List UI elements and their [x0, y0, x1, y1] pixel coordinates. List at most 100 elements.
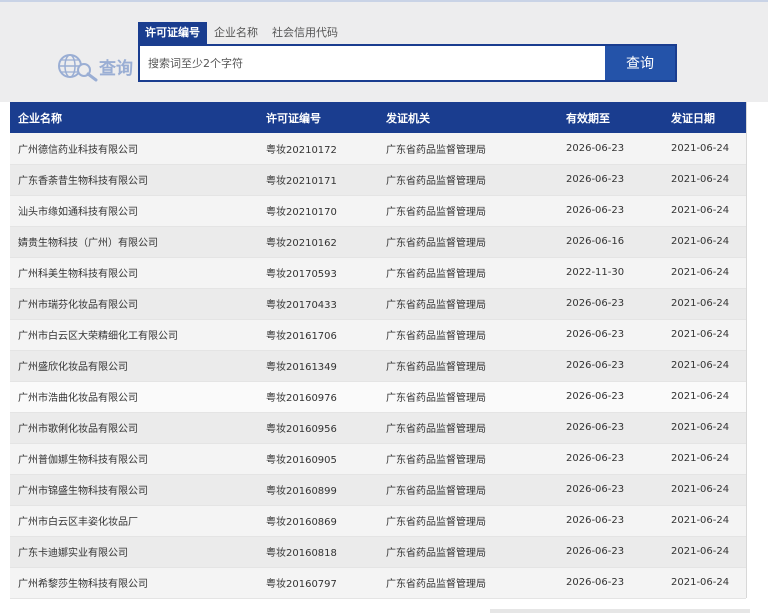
cell-issuing-authority: 广东省药品监督管理局: [378, 288, 558, 320]
cell-license-number: 粤妆20160869: [258, 505, 378, 537]
cell-license-number: 粤妆20160818: [258, 536, 378, 568]
tab-license-number[interactable]: 许可证编号: [138, 22, 207, 44]
cell-issuing-authority: 广东省药品监督管理局: [378, 195, 558, 227]
cell-issue-date: 2021-06-24: [663, 567, 746, 599]
table-row[interactable]: 广州科美生物科技有限公司 粤妆20170593 广东省药品监督管理局 2022-11-…: [10, 257, 746, 289]
cell-valid-until: 2026-06-23: [558, 443, 663, 475]
header-valid-until: 有效期至: [558, 102, 663, 133]
cell-company-name: 广州市浩曲化妆品有限公司: [10, 381, 258, 413]
cell-issue-date: 2021-06-24: [663, 257, 746, 289]
cell-issuing-authority: 广东省药品监督管理局: [378, 350, 558, 382]
cell-issuing-authority: 广东省药品监督管理局: [378, 567, 558, 599]
cell-valid-until: 2026-06-23: [558, 319, 663, 351]
cell-issuing-authority: 广东省药品监督管理局: [378, 381, 558, 413]
table-row[interactable]: 广东卡迪娜实业有限公司 粤妆20160818 广东省药品监督管理局 2026-06-2…: [10, 536, 746, 568]
table-row[interactable]: 广州希黎莎生物科技有限公司 粤妆20160797 广东省药品监督管理局 2026-06…: [10, 567, 746, 599]
cell-issuing-authority: 广东省药品监督管理局: [378, 226, 558, 258]
search-box: 查询: [138, 44, 677, 82]
cell-license-number: 粤妆20170433: [258, 288, 378, 320]
table-row[interactable]: 广州市瑞芬化妆品有限公司 粤妆20170433 广东省药品监督管理局 2026-06-…: [10, 288, 746, 320]
cell-license-number: 粤妆20161706: [258, 319, 378, 351]
cell-issuing-authority: 广东省药品监督管理局: [378, 319, 558, 351]
cell-license-number: 粤妆20160976: [258, 381, 378, 413]
cell-license-number: 粤妆20160797: [258, 567, 378, 599]
cell-issue-date: 2021-06-24: [663, 536, 746, 568]
header-issue-date: 发证日期: [663, 102, 746, 133]
table-row[interactable]: 广州德信药业科技有限公司 粤妆20210172 广东省药品监督管理局 2026-06-…: [10, 133, 746, 165]
cell-company-name: 广州市瑞芬化妆品有限公司: [10, 288, 258, 320]
cell-license-number: 粤妆20210170: [258, 195, 378, 227]
cell-valid-until: 2026-06-23: [558, 288, 663, 320]
cell-license-number: 粤妆20170593: [258, 257, 378, 289]
cell-license-number: 粤妆20210171: [258, 164, 378, 196]
cell-valid-until: 2026-06-23: [558, 567, 663, 599]
cell-valid-until: 2026-06-23: [558, 474, 663, 506]
header-company-name: 企业名称: [10, 102, 258, 133]
cell-issue-date: 2021-06-24: [663, 226, 746, 258]
table-row[interactable]: 广州市白云区大荣精细化工有限公司 粤妆20161706 广东省药品监督管理局 2026…: [10, 319, 746, 351]
table-row[interactable]: 广州普伽娜生物科技有限公司 粤妆20160905 广东省药品监督管理局 2026-06…: [10, 443, 746, 475]
cell-company-name: 广州普伽娜生物科技有限公司: [10, 443, 258, 475]
table-row[interactable]: 广东香荼昔生物科技有限公司 粤妆20210171 广东省药品监督管理局 2026-06…: [10, 164, 746, 196]
table-header-row: 企业名称 许可证编号 发证机关 有效期至 发证日期: [10, 102, 746, 133]
cell-issue-date: 2021-06-24: [663, 443, 746, 475]
cell-issue-date: 2021-06-24: [663, 412, 746, 444]
cell-license-number: 粤妆20160899: [258, 474, 378, 506]
results-table-container: 企业名称 许可证编号 发证机关 有效期至 发证日期 广州德信药业科技有限公司 粤妆…: [10, 102, 746, 599]
cell-valid-until: 2026-06-23: [558, 412, 663, 444]
globe-search-icon: [58, 54, 98, 82]
cell-issue-date: 2021-06-24: [663, 505, 746, 537]
cell-issuing-authority: 广东省药品监督管理局: [378, 412, 558, 444]
search-button[interactable]: 查询: [605, 46, 675, 80]
cell-company-name: 广州市白云区丰姿化妆品厂: [10, 505, 258, 537]
cell-company-name: 广东卡迪娜实业有限公司: [10, 536, 258, 568]
cell-valid-until: 2026-06-23: [558, 536, 663, 568]
table-row[interactable]: 广州市浩曲化妆品有限公司 粤妆20160976 广东省药品监督管理局 2026-06-…: [10, 381, 746, 413]
table-row[interactable]: 广州市白云区丰姿化妆品厂 粤妆20160869 广东省药品监督管理局 2026-06-…: [10, 505, 746, 537]
header-issuing-authority: 发证机关: [378, 102, 558, 133]
cell-company-name: 广州市白云区大荣精细化工有限公司: [10, 319, 258, 351]
cell-license-number: 粤妆20161349: [258, 350, 378, 382]
header-license-number: 许可证编号: [258, 102, 378, 133]
table-row[interactable]: 广州市锦盛生物科技有限公司 粤妆20160899 广东省药品监督管理局 2026-06…: [10, 474, 746, 506]
cell-company-name: 广州希黎莎生物科技有限公司: [10, 567, 258, 599]
table-right-border: [746, 102, 747, 598]
table-row[interactable]: 婧贵生物科技（广州）有限公司 粤妆20210162 广东省药品监督管理局 2026-0…: [10, 226, 746, 258]
cell-license-number: 粤妆20160956: [258, 412, 378, 444]
cell-issue-date: 2021-06-24: [663, 319, 746, 351]
cell-company-name: 汕头市缘如通科技有限公司: [10, 195, 258, 227]
cell-valid-until: 2026-06-23: [558, 195, 663, 227]
cell-valid-until: 2026-06-23: [558, 505, 663, 537]
cell-company-name: 广州市歌俐化妆品有限公司: [10, 412, 258, 444]
table-row[interactable]: 广州市歌俐化妆品有限公司 粤妆20160956 广东省药品监督管理局 2026-06-…: [10, 412, 746, 444]
cell-issuing-authority: 广东省药品监督管理局: [378, 443, 558, 475]
cell-issuing-authority: 广东省药品监督管理局: [378, 474, 558, 506]
cell-company-name: 广州市锦盛生物科技有限公司: [10, 474, 258, 506]
cell-issuing-authority: 广东省药品监督管理局: [378, 536, 558, 568]
search-type-tabs: 许可证编号 企业名称 社会信用代码: [138, 22, 345, 44]
pagination-bar: [490, 609, 750, 613]
search-logo: 查询: [56, 52, 136, 82]
cell-issue-date: 2021-06-24: [663, 133, 746, 165]
cell-license-number: 粤妆20210172: [258, 133, 378, 165]
cell-valid-until: 2026-06-23: [558, 133, 663, 165]
table-row[interactable]: 广州盛欣化妆品有限公司 粤妆20161349 广东省药品监督管理局 2026-06-2…: [10, 350, 746, 382]
cell-company-name: 广州德信药业科技有限公司: [10, 133, 258, 165]
cell-issue-date: 2021-06-24: [663, 381, 746, 413]
logo-label: 查询: [99, 59, 133, 79]
cell-issue-date: 2021-06-24: [663, 474, 746, 506]
cell-company-name: 广州盛欣化妆品有限公司: [10, 350, 258, 382]
cell-issuing-authority: 广东省药品监督管理局: [378, 505, 558, 537]
search-input[interactable]: [140, 46, 605, 80]
cell-issue-date: 2021-06-24: [663, 195, 746, 227]
cell-license-number: 粤妆20210162: [258, 226, 378, 258]
tab-credit-code[interactable]: 社会信用代码: [265, 22, 345, 44]
cell-issuing-authority: 广东省药品监督管理局: [378, 257, 558, 289]
cell-issue-date: 2021-06-24: [663, 350, 746, 382]
tab-company-name[interactable]: 企业名称: [207, 22, 265, 44]
table-row[interactable]: 汕头市缘如通科技有限公司 粤妆20210170 广东省药品监督管理局 2026-06-…: [10, 195, 746, 227]
cell-valid-until: 2026-06-23: [558, 164, 663, 196]
cell-issuing-authority: 广东省药品监督管理局: [378, 133, 558, 165]
cell-valid-until: 2026-06-16: [558, 226, 663, 258]
search-panel: 查询 许可证编号 企业名称 社会信用代码 查询: [0, 2, 768, 102]
